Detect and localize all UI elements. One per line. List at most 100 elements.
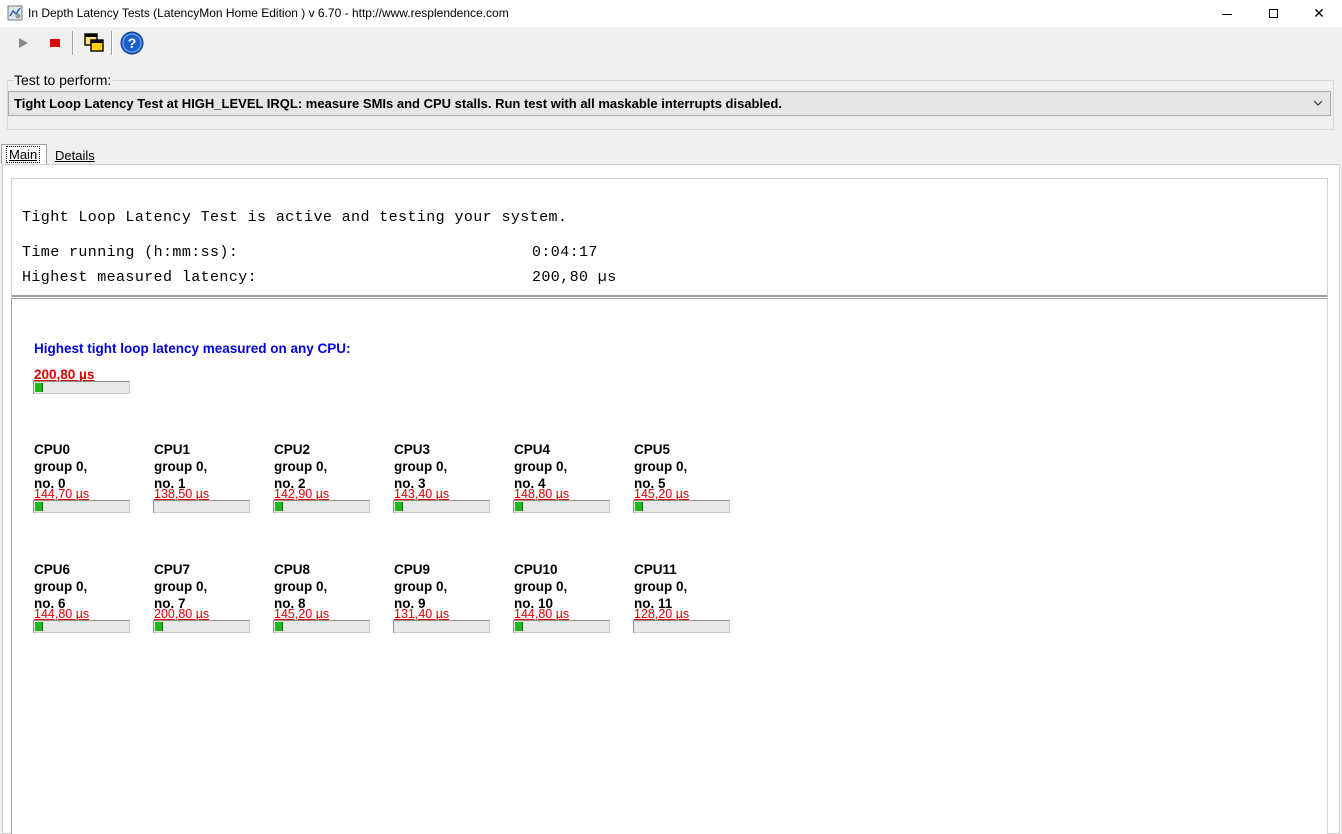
cpu-latency-value: 144,80 µs xyxy=(514,607,570,621)
test-label: Test to perform: xyxy=(14,72,114,88)
cpu-label-group: group 0, xyxy=(394,459,448,474)
cpu-label-name: CPU10 xyxy=(514,562,558,577)
cpu-label-name: CPU8 xyxy=(274,562,311,577)
cpu-label-group: group 0, xyxy=(514,459,568,474)
cpu-latency-bar xyxy=(153,620,250,633)
play-icon xyxy=(19,38,28,48)
help-button[interactable]: ? xyxy=(119,30,145,56)
windows-icon xyxy=(84,33,104,52)
cpu-latency-value: 131,40 µs xyxy=(394,607,450,621)
cpu-label-group: group 0, xyxy=(634,459,688,474)
cpu-label-group: group 0, xyxy=(634,579,688,594)
time-running-label: Time running (h:mm:ss): xyxy=(22,244,239,261)
close-button[interactable]: ✕ xyxy=(1296,0,1342,27)
cpu-latency-bar xyxy=(33,500,130,513)
cpu-latency-value: 145,20 µs xyxy=(634,487,690,501)
test-select-value: Tight Loop Latency Test at HIGH_LEVEL IR… xyxy=(14,96,782,111)
overall-latency-title: Highest tight loop latency measured on a… xyxy=(34,341,351,356)
time-running-value: 0:04:17 xyxy=(532,244,598,261)
stop-icon xyxy=(50,39,60,47)
close-icon: ✕ xyxy=(1313,5,1325,21)
highest-latency-value: 200,80 µs xyxy=(532,269,617,286)
tab-main-label: Main xyxy=(6,146,41,163)
cpu-label-group: group 0, xyxy=(274,579,328,594)
cpu-label-name: CPU5 xyxy=(634,442,671,457)
cpu-latency-value: 145,20 µs xyxy=(274,607,330,621)
cpu-label-name: CPU2 xyxy=(274,442,311,457)
toolbar-separator xyxy=(111,31,113,55)
cpu-label-group: group 0, xyxy=(34,459,88,474)
cpu-label: CPU6 group 0, no. 6 xyxy=(34,561,87,612)
cpu-latency-bar xyxy=(393,620,490,633)
cpu-latency-value: 143,40 µs xyxy=(394,487,450,501)
cpu-label-group: group 0, xyxy=(154,459,208,474)
cpu-label: CPU9 group 0, no. 9 xyxy=(394,561,447,612)
overall-latency-bar-fill xyxy=(35,383,43,392)
cpu-label: CPU2 group 0, no. 2 xyxy=(274,441,327,492)
cpu-label: CPU4 group 0, no. 4 xyxy=(514,441,567,492)
cpu-latency-bar xyxy=(513,620,610,633)
minimize-button[interactable] xyxy=(1204,0,1250,27)
cpu-label: CPU11 group 0, no. 11 xyxy=(634,561,687,612)
cpu-label: CPU3 group 0, no. 3 xyxy=(394,441,447,492)
cpu-latency-value: 138,50 µs xyxy=(154,487,210,501)
cpu-label-group: group 0, xyxy=(514,579,568,594)
cpu-label-group: group 0, xyxy=(394,579,448,594)
cpu-label-name: CPU1 xyxy=(154,442,191,457)
cpu-label: CPU10 group 0, no. 10 xyxy=(514,561,567,612)
cpu-latency-bar xyxy=(633,620,730,633)
cpu-latency-bar-fill xyxy=(395,502,403,511)
window-title: In Depth Latency Tests (LatencyMon Home … xyxy=(28,6,509,20)
cpu-latency-value: 142,90 µs xyxy=(274,487,330,501)
cpu-label: CPU0 group 0, no. 0 xyxy=(34,441,87,492)
cpu-label: CPU5 group 0, no. 5 xyxy=(634,441,687,492)
cpu-label-name: CPU3 xyxy=(394,442,431,457)
cpu-label-name: CPU9 xyxy=(394,562,431,577)
help-icon: ? xyxy=(120,31,144,55)
cpu-label-name: CPU7 xyxy=(154,562,191,577)
cpu-label-group: group 0, xyxy=(274,459,328,474)
windows-button[interactable] xyxy=(81,30,107,56)
cpu-latency-value: 148,80 µs xyxy=(514,487,570,501)
maximize-icon xyxy=(1268,9,1278,18)
test-select[interactable]: Tight Loop Latency Test at HIGH_LEVEL IR… xyxy=(8,91,1331,116)
app-icon xyxy=(7,5,23,21)
minimize-icon xyxy=(1222,14,1232,15)
title-bar: In Depth Latency Tests (LatencyMon Home … xyxy=(0,0,1342,27)
cpu-latency-bar-fill xyxy=(275,502,283,511)
cpu-latency-bar-fill xyxy=(515,502,523,511)
status-active-text: Tight Loop Latency Test is active and te… xyxy=(22,209,568,226)
cpu-latency-value: 144,70 µs xyxy=(34,487,90,501)
chevron-down-icon xyxy=(1313,100,1323,106)
cpu-latency-bar-fill xyxy=(515,622,523,631)
tab-main[interactable]: Main xyxy=(1,144,47,164)
cpu-latency-value: 144,80 µs xyxy=(34,607,90,621)
cpu-latency-bar xyxy=(273,500,370,513)
cpu-latency-bar xyxy=(153,500,250,513)
svg-text:?: ? xyxy=(128,35,137,51)
cpu-latency-value: 128,20 µs xyxy=(634,607,690,621)
cpu-label: CPU7 group 0, no. 7 xyxy=(154,561,207,612)
cpu-label-name: CPU6 xyxy=(34,562,71,577)
maximize-button[interactable] xyxy=(1250,0,1296,27)
cpu-label-group: group 0, xyxy=(34,579,88,594)
start-button[interactable] xyxy=(10,30,36,56)
overall-latency-bar xyxy=(33,381,130,394)
cpu-latency-bar xyxy=(633,500,730,513)
cpu-latency-bar-fill xyxy=(35,502,43,511)
cpu-latency-bar xyxy=(393,500,490,513)
overall-latency-value: 200,80 µs xyxy=(34,367,95,382)
cpu-latency-bar xyxy=(33,620,130,633)
tab-details[interactable]: Details xyxy=(51,146,99,165)
cpu-latency-value: 200,80 µs xyxy=(154,607,210,621)
cpu-latency-bar-fill xyxy=(35,622,43,631)
status-panel: Tight Loop Latency Test is active and te… xyxy=(11,178,1328,297)
cpu-label-name: CPU11 xyxy=(634,562,677,577)
cpu-latency-bar-fill xyxy=(155,622,163,631)
cpu-latency-bar xyxy=(273,620,370,633)
highest-latency-label: Highest measured latency: xyxy=(22,269,258,286)
cpu-label: CPU8 group 0, no. 8 xyxy=(274,561,327,612)
cpu-label: CPU1 group 0, no. 1 xyxy=(154,441,207,492)
toolbar-separator xyxy=(72,31,74,55)
stop-button[interactable] xyxy=(42,30,68,56)
